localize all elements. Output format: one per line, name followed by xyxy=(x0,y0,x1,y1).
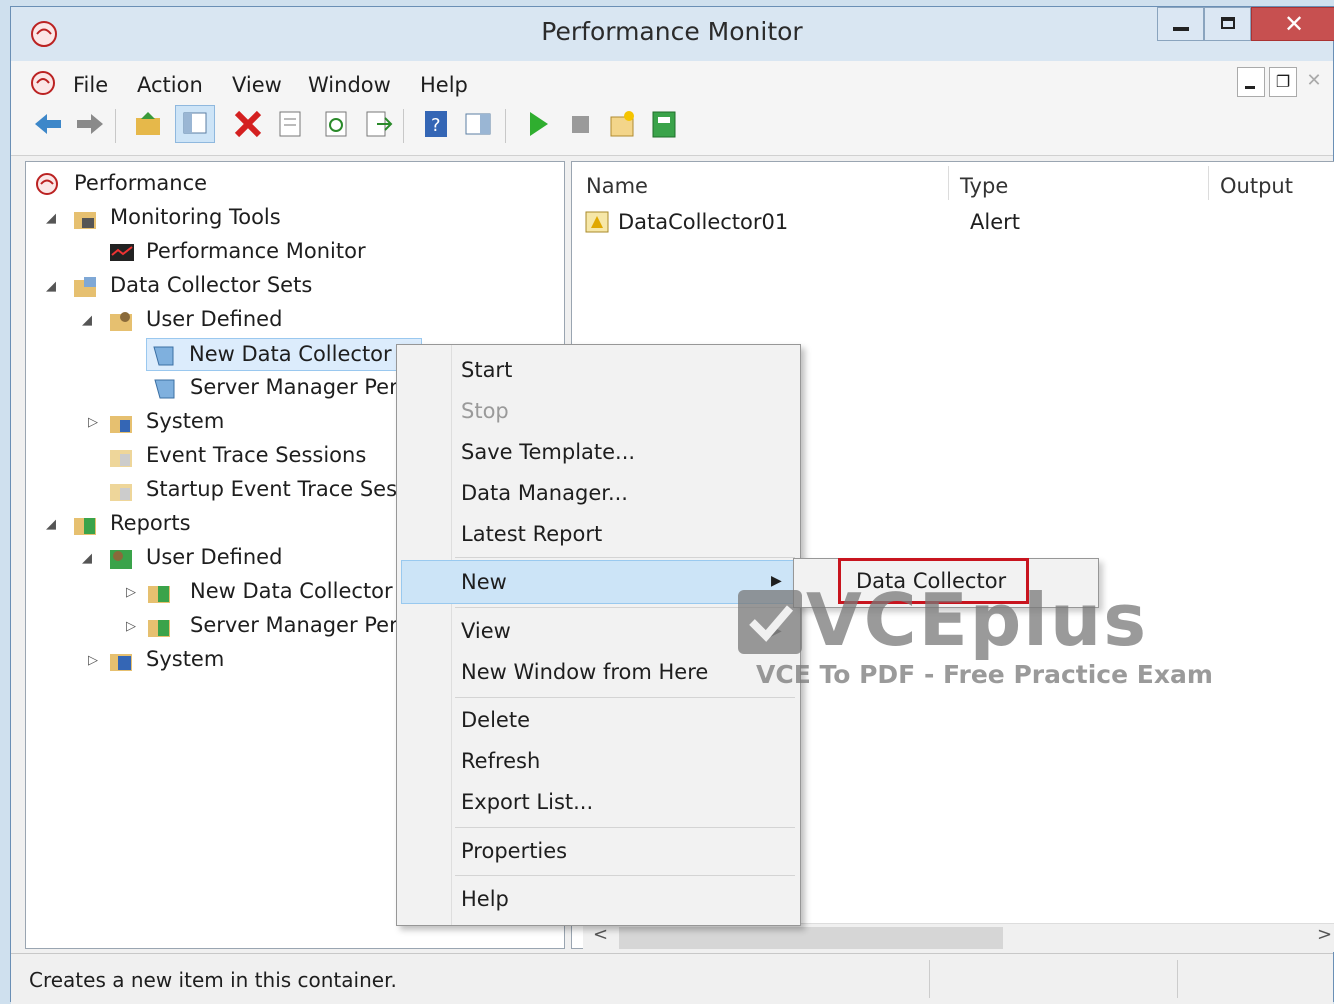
reports-folder-icon xyxy=(74,518,96,535)
tree-item-user-defined[interactable]: ◢ User Defined xyxy=(26,304,564,337)
menu-item-refresh[interactable]: Refresh xyxy=(461,749,540,773)
menu-item-new-window-from-here[interactable]: New Window from Here xyxy=(461,660,708,684)
user-report-icon xyxy=(110,550,132,569)
expanded-arrow-icon[interactable]: ◢ xyxy=(46,211,56,226)
watermark-check-icon xyxy=(738,590,802,654)
chart-monitor-icon xyxy=(110,244,134,261)
child-minimize-button[interactable] xyxy=(1237,67,1265,97)
menu-item-data-manager[interactable]: Data Manager... xyxy=(461,481,628,505)
tree-item-data-collector-sets[interactable]: ◢ Data Collector Sets xyxy=(26,270,564,303)
stop-icon xyxy=(572,116,589,133)
up-folder-icon[interactable] xyxy=(133,109,163,139)
trace-folder-icon xyxy=(110,450,132,467)
menu-item-stop: Stop xyxy=(461,399,509,423)
scroll-left-icon[interactable]: < xyxy=(593,924,608,945)
collapsed-arrow-icon[interactable]: ▷ xyxy=(126,619,136,634)
title-bar: Performance Monitor ✕ xyxy=(11,7,1334,61)
menu-item-new[interactable]: New xyxy=(461,570,507,594)
back-icon[interactable] xyxy=(33,109,63,139)
collector-set-icon xyxy=(153,346,174,366)
show-hide-tree-button[interactable] xyxy=(175,105,215,143)
menu-action[interactable]: Action xyxy=(137,73,203,97)
menu-help[interactable]: Help xyxy=(420,73,468,97)
menu-item-start[interactable]: Start xyxy=(461,358,512,382)
minimize-button[interactable] xyxy=(1157,7,1204,41)
window-title: Performance Monitor xyxy=(541,17,803,46)
menu-item-help[interactable]: Help xyxy=(461,887,509,911)
column-header-output[interactable]: Output xyxy=(1220,174,1293,208)
close-icon: ✕ xyxy=(1284,10,1305,38)
collapsed-arrow-icon[interactable]: ▷ xyxy=(88,653,98,668)
collector-set-icon xyxy=(154,379,175,399)
horizontal-scrollbar[interactable]: < > xyxy=(583,923,1334,952)
user-defined-icon xyxy=(110,312,132,331)
menu-file[interactable]: File xyxy=(73,73,108,97)
collector-sets-folder-icon xyxy=(74,277,96,297)
start-icon[interactable] xyxy=(523,109,553,139)
menu-bar: File Action View Window Help ❐ ✕ xyxy=(11,61,1333,99)
status-bar: Creates a new item in this container. xyxy=(11,953,1333,1004)
expanded-arrow-icon[interactable]: ◢ xyxy=(82,551,92,566)
close-button[interactable]: ✕ xyxy=(1251,7,1334,41)
svg-text:?: ? xyxy=(431,115,441,136)
latest-report-icon[interactable] xyxy=(649,109,679,139)
menu-view[interactable]: View xyxy=(232,73,282,97)
list-cell-type: Alert xyxy=(970,210,1020,234)
list-row[interactable]: DataCollector01 Alert xyxy=(580,204,1320,238)
menu-item-delete[interactable]: Delete xyxy=(461,708,530,732)
menu-window[interactable]: Window xyxy=(308,73,391,97)
tree-item-new-data-collector-set-selected[interactable]: New Data Collector Se xyxy=(146,338,425,371)
document-icon xyxy=(31,71,55,95)
expanded-arrow-icon[interactable]: ◢ xyxy=(82,313,92,328)
delete-icon[interactable] xyxy=(233,109,263,139)
tree-item-performance[interactable]: Performance xyxy=(26,168,564,201)
status-text: Creates a new item in this container. xyxy=(29,968,397,992)
menu-item-properties[interactable]: Properties xyxy=(461,839,567,863)
maximize-button[interactable] xyxy=(1204,7,1251,41)
scroll-thumb[interactable] xyxy=(619,927,1003,949)
tree-item-performance-monitor[interactable]: Performance Monitor xyxy=(26,236,564,269)
menu-item-view[interactable]: View xyxy=(461,619,511,643)
list-cell-name: DataCollector01 xyxy=(618,210,789,234)
new-collector-set-icon[interactable] xyxy=(607,109,637,139)
child-restore-button[interactable]: ❐ xyxy=(1269,67,1297,97)
column-header-name[interactable]: Name xyxy=(586,174,648,208)
expanded-arrow-icon[interactable]: ◢ xyxy=(46,517,56,532)
report-folder-icon xyxy=(148,620,170,637)
help-icon[interactable]: ? xyxy=(421,109,451,139)
folder-tools-icon xyxy=(74,212,96,229)
menu-item-latest-report[interactable]: Latest Report xyxy=(461,522,602,546)
toolbar: ? xyxy=(11,99,1333,156)
child-close-button[interactable]: ✕ xyxy=(1301,67,1327,95)
refresh-icon[interactable] xyxy=(321,109,351,139)
performance-icon xyxy=(36,173,58,195)
alert-collector-icon xyxy=(585,211,609,233)
expanded-arrow-icon[interactable]: ◢ xyxy=(46,279,56,294)
submenu-arrow-icon: ▶ xyxy=(771,573,782,589)
report-folder-icon xyxy=(148,586,170,603)
system-folder-icon xyxy=(110,416,132,433)
properties-icon[interactable] xyxy=(275,109,305,139)
forward-icon[interactable] xyxy=(75,109,105,139)
collapsed-arrow-icon[interactable]: ▷ xyxy=(88,415,98,430)
trace-folder-icon xyxy=(110,484,132,501)
watermark-brand: VCEplus xyxy=(806,578,1149,662)
collapsed-arrow-icon[interactable]: ▷ xyxy=(126,585,136,600)
menu-item-save-template[interactable]: Save Template... xyxy=(461,440,635,464)
column-header-type[interactable]: Type xyxy=(960,174,1008,208)
scroll-right-icon[interactable]: > xyxy=(1317,924,1332,945)
menu-item-export-list[interactable]: Export List... xyxy=(461,790,593,814)
watermark-tagline: VCE To PDF - Free Practice Exam xyxy=(756,660,1213,689)
export-list-icon[interactable] xyxy=(363,109,393,139)
tree-item-monitoring-tools[interactable]: ◢ Monitoring Tools xyxy=(26,202,564,235)
system-report-icon xyxy=(110,654,132,671)
action-pane-icon[interactable] xyxy=(463,109,493,139)
